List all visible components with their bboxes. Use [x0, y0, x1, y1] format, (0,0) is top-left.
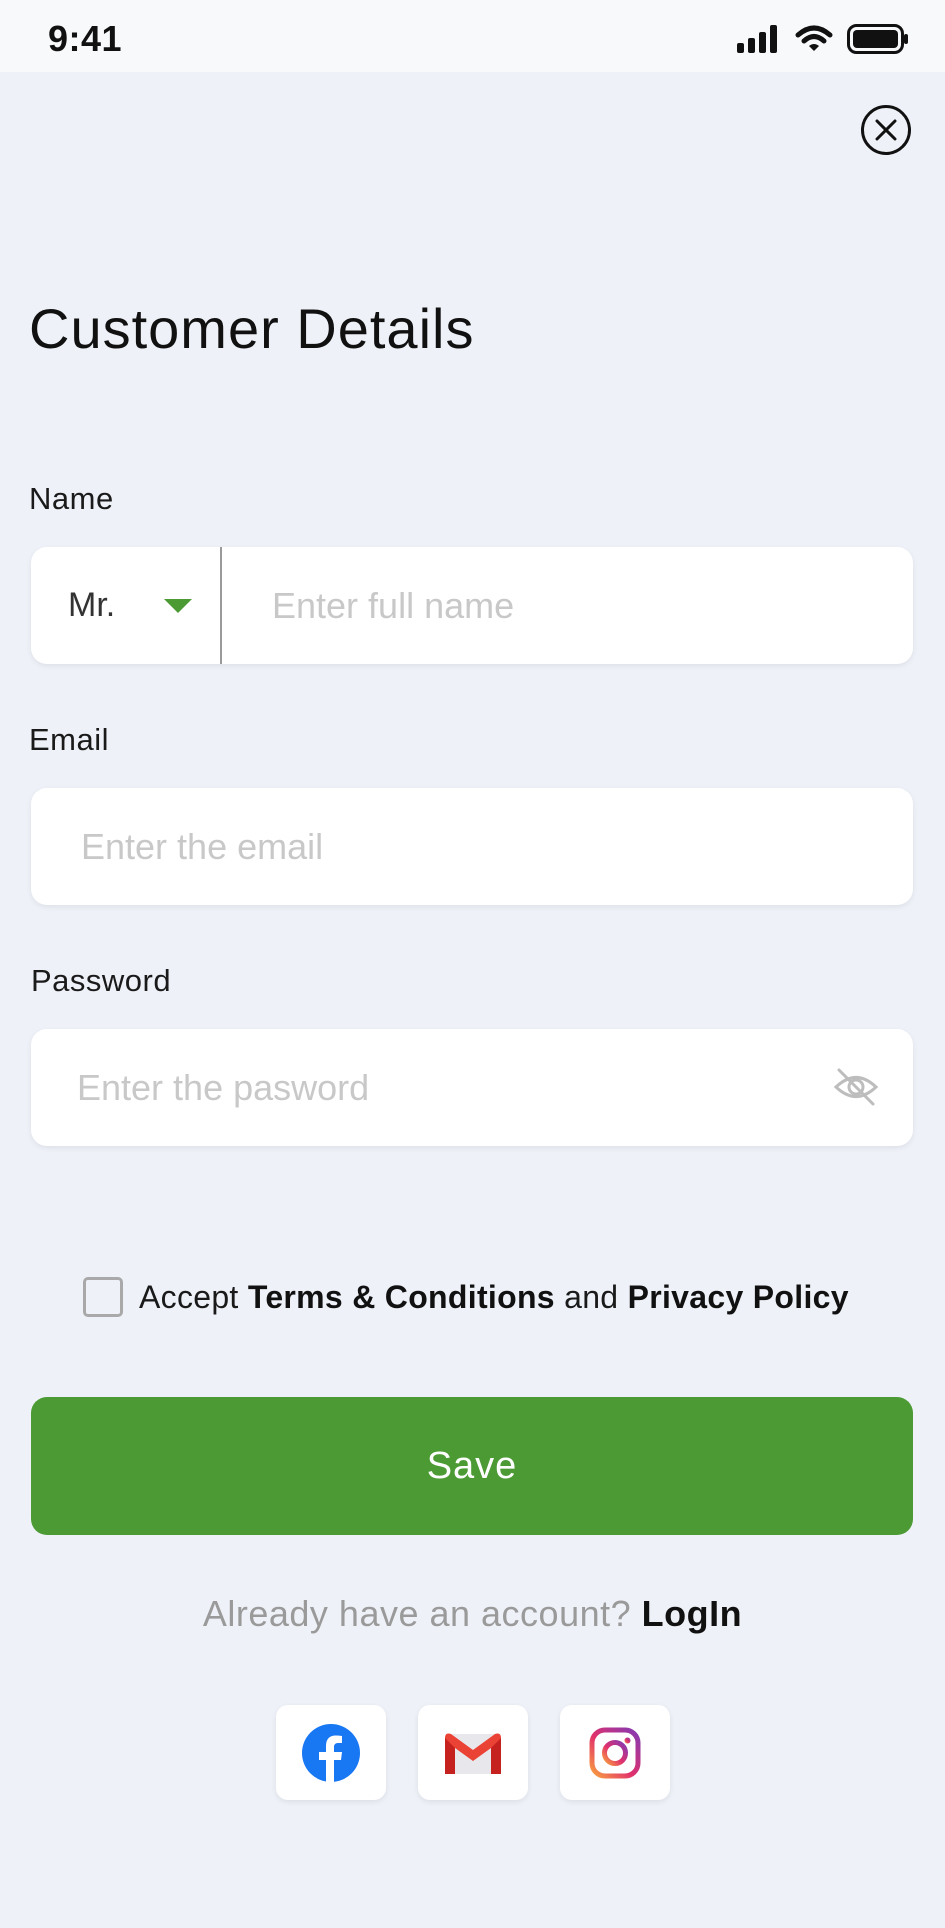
terms-row: Accept Terms & Conditions and Privacy Po…	[83, 1276, 849, 1318]
terms-link[interactable]: Terms & Conditions	[248, 1279, 555, 1316]
login-prompt: Already have an account?	[202, 1593, 632, 1634]
status-bar: 9:41	[0, 0, 945, 72]
facebook-icon	[302, 1723, 360, 1782]
battery-icon	[847, 24, 908, 54]
terms-checkbox[interactable]	[83, 1277, 123, 1317]
gmail-button[interactable]	[418, 1705, 528, 1800]
social-buttons	[276, 1705, 670, 1800]
signal-icon	[737, 25, 777, 53]
full-name-input[interactable]	[272, 547, 882, 664]
caret-down-icon	[164, 599, 192, 613]
wifi-icon	[795, 25, 833, 51]
save-button[interactable]: Save	[31, 1397, 913, 1535]
close-icon	[875, 119, 897, 141]
eye-off-icon[interactable]	[833, 1066, 879, 1108]
terms-conjunction: and	[564, 1278, 619, 1315]
password-field	[31, 1029, 913, 1146]
facebook-button[interactable]	[276, 1705, 386, 1800]
email-field	[31, 788, 913, 905]
close-button[interactable]	[861, 105, 911, 155]
page-title: Customer Details	[29, 297, 475, 360]
terms-prefix: Accept	[139, 1278, 239, 1315]
salutation-select[interactable]: Mr.	[31, 547, 222, 664]
instagram-icon	[589, 1727, 641, 1778]
privacy-link[interactable]: Privacy Policy	[628, 1279, 849, 1316]
salutation-value: Mr.	[68, 586, 116, 624]
login-row: Already have an account? LogIn	[0, 1593, 945, 1635]
email-label: Email	[29, 722, 110, 757]
status-icons	[737, 24, 909, 54]
status-time: 9:41	[48, 18, 123, 59]
password-label: Password	[31, 963, 172, 998]
name-label: Name	[29, 481, 114, 516]
email-input[interactable]	[81, 788, 881, 905]
login-link[interactable]: LogIn	[642, 1593, 742, 1634]
gmail-icon	[445, 1733, 501, 1774]
password-input[interactable]	[77, 1029, 817, 1146]
instagram-button[interactable]	[560, 1705, 670, 1800]
name-field: Mr.	[31, 547, 913, 664]
